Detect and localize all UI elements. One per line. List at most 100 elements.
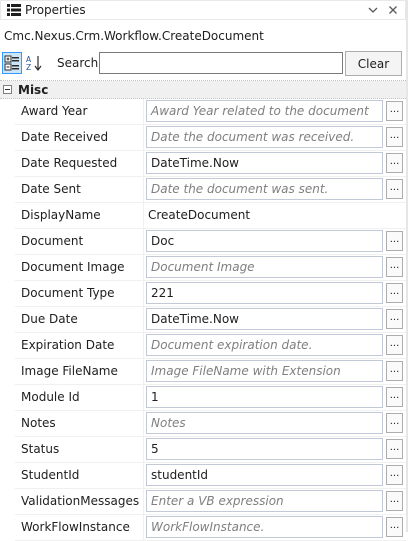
column-divider xyxy=(143,151,144,176)
column-divider xyxy=(143,177,144,202)
column-divider xyxy=(143,515,144,540)
category-label: Misc xyxy=(18,82,49,97)
property-value-field: CreateDocument xyxy=(148,208,251,222)
property-name: Status xyxy=(21,442,60,456)
property-name: Award Year xyxy=(21,104,88,118)
property-value-field[interactable]: Award Year related to the document xyxy=(146,100,383,122)
property-value-field[interactable]: Notes xyxy=(146,412,383,434)
property-value-field[interactable]: Enter a VB expression xyxy=(146,490,383,512)
property-name: Document xyxy=(21,234,84,248)
expression-editor-button[interactable]: ... xyxy=(386,491,403,511)
property-row[interactable]: Award Year Award Year related to the docu… xyxy=(15,99,406,125)
column-divider xyxy=(143,437,144,462)
expression-editor-button[interactable]: ... xyxy=(386,465,403,485)
property-value-field[interactable]: Document Image xyxy=(146,256,383,278)
column-divider xyxy=(143,411,144,436)
property-value-field[interactable]: Doc xyxy=(146,230,383,252)
expression-editor-button[interactable]: ... xyxy=(386,231,403,251)
column-divider xyxy=(143,281,144,306)
property-name: ValidationMessages xyxy=(21,494,140,508)
expression-editor-button[interactable]: ... xyxy=(386,517,403,537)
property-value-field[interactable]: studentId xyxy=(146,464,383,486)
property-name: Date Requested xyxy=(21,156,118,170)
collapse-icon[interactable] xyxy=(3,85,12,94)
categorized-button[interactable] xyxy=(2,52,22,74)
property-row[interactable]: StudentId studentId... xyxy=(15,463,406,489)
properties-icon xyxy=(7,3,21,17)
category-header-misc[interactable]: Misc xyxy=(0,81,406,99)
property-value-field[interactable]: WorkFlowInstance. xyxy=(146,516,383,538)
expression-editor-button[interactable]: ... xyxy=(386,257,403,277)
expression-editor-button[interactable]: ... xyxy=(386,127,403,147)
property-row[interactable]: Notes Notes... xyxy=(15,411,406,437)
column-divider xyxy=(143,463,144,488)
expression-editor-button[interactable]: ... xyxy=(386,309,403,329)
property-value-field[interactable]: 1 xyxy=(146,386,383,408)
categorized-icon xyxy=(4,55,19,71)
expression-editor-button[interactable]: ... xyxy=(386,283,403,303)
property-name: Expiration Date xyxy=(21,338,115,352)
property-value-field[interactable]: Date the document was received. xyxy=(146,126,383,148)
column-divider xyxy=(143,489,144,514)
column-divider xyxy=(143,307,144,332)
expression-editor-button[interactable]: ... xyxy=(386,153,403,173)
expression-editor-button[interactable]: ... xyxy=(386,439,403,459)
expression-editor-button[interactable]: ... xyxy=(386,387,403,407)
clear-button[interactable]: Clear xyxy=(345,51,402,76)
expression-editor-button[interactable]: ... xyxy=(386,413,403,433)
column-divider xyxy=(143,229,144,254)
property-name: Document Type xyxy=(21,286,115,300)
property-value-field[interactable]: Document expiration date. xyxy=(146,334,383,356)
search-label: Search: xyxy=(57,56,103,70)
property-row[interactable]: Date Sent Date the document was sent.... xyxy=(15,177,406,203)
property-row[interactable]: Date Requested DateTime.Now... xyxy=(15,151,406,177)
property-value-field[interactable]: DateTime.Now xyxy=(146,308,383,330)
property-value-field[interactable]: DateTime.Now xyxy=(146,152,383,174)
property-name: Notes xyxy=(21,416,56,430)
properties-window: Properties Cmc.Nexus.Crm.Workflow.Create… xyxy=(0,0,408,541)
close-icon[interactable] xyxy=(385,2,401,18)
search-input[interactable] xyxy=(99,52,343,74)
alphabetical-button[interactable]: A Z xyxy=(24,52,44,74)
property-name: Module Id xyxy=(21,390,80,404)
property-row[interactable]: Expiration Date Document expiration date.… xyxy=(15,333,406,359)
selected-object-type: Cmc.Nexus.Crm.Workflow.CreateDocument xyxy=(4,29,264,43)
property-row[interactable]: Status 5... xyxy=(15,437,406,463)
property-name: Image FileName xyxy=(21,364,118,378)
property-value-field[interactable]: Image FileName with Extension xyxy=(146,360,383,382)
property-row[interactable]: DisplayName CreateDocument xyxy=(15,203,406,229)
property-row[interactable]: Due Date DateTime.Now... xyxy=(15,307,406,333)
property-row[interactable]: Module Id 1... xyxy=(15,385,406,411)
property-row[interactable]: Document Image Document Image... xyxy=(15,255,406,281)
svg-text:Z: Z xyxy=(26,63,31,72)
property-value-field[interactable]: 5 xyxy=(146,438,383,460)
expression-editor-button[interactable]: ... xyxy=(386,179,403,199)
property-row[interactable]: Document Doc... xyxy=(15,229,406,255)
title-bar: Properties xyxy=(0,0,406,20)
property-row[interactable]: Document Type 221... xyxy=(15,281,406,307)
column-divider xyxy=(143,255,144,280)
property-name: WorkFlowInstance xyxy=(21,520,130,534)
window-title: Properties xyxy=(25,3,86,17)
property-name: Date Sent xyxy=(21,182,81,196)
column-divider xyxy=(143,99,144,124)
property-row[interactable]: Image FileName Image FileName with Extens… xyxy=(15,359,406,385)
column-divider xyxy=(143,385,144,410)
property-row[interactable]: WorkFlowInstance WorkFlowInstance.... xyxy=(15,515,406,541)
property-name: Due Date xyxy=(21,312,78,326)
property-grid: Misc Award Year Award Year related to the… xyxy=(0,80,406,541)
column-divider xyxy=(143,203,144,228)
property-name: Document Image xyxy=(21,260,125,274)
property-value-field[interactable]: Date the document was sent. xyxy=(146,178,383,200)
property-value-field[interactable]: 221 xyxy=(146,282,383,304)
property-row[interactable]: ValidationMessages Enter a VB expression.… xyxy=(15,489,406,515)
pin-icon[interactable] xyxy=(365,2,381,18)
property-name: Date Received xyxy=(21,130,109,144)
search-toolbar: A Z Search: Clear xyxy=(0,50,408,78)
property-row[interactable]: Date Received Date the document was recei… xyxy=(15,125,406,151)
alphabetical-sort-icon: A Z xyxy=(26,55,42,72)
expression-editor-button[interactable]: ... xyxy=(386,335,403,355)
property-name: DisplayName xyxy=(21,208,101,222)
expression-editor-button[interactable]: ... xyxy=(386,361,403,381)
expression-editor-button[interactable]: ... xyxy=(386,101,403,121)
